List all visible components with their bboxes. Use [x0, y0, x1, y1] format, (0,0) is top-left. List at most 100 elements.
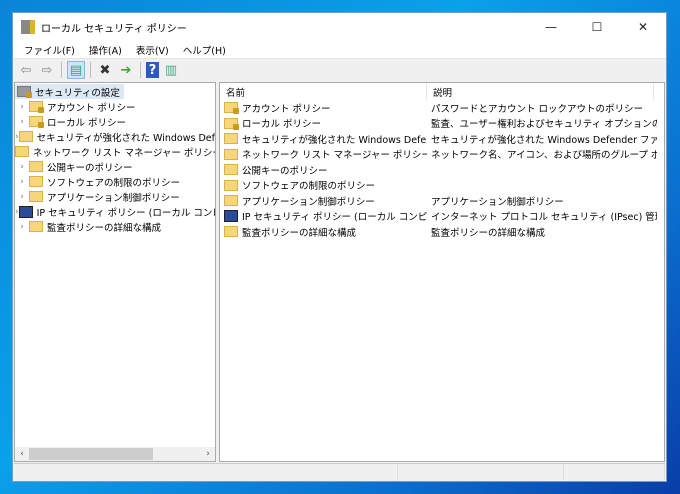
list-row[interactable]: 公開キーのポリシー: [220, 162, 664, 178]
maximize-button[interactable]: ☐: [574, 13, 620, 41]
export-list-icon[interactable]: ➔: [117, 61, 135, 79]
security-policy-icon: [21, 20, 35, 34]
tree-root-label: セキュリティの設定: [35, 87, 120, 99]
expand-chevron-icon[interactable]: ›: [15, 162, 29, 172]
status-pane: [398, 464, 564, 480]
locked-folder-icon: [29, 116, 44, 128]
tree-item[interactable]: ネットワーク リスト マネージャー ポリシー: [15, 144, 215, 159]
folder-icon: [18, 131, 33, 142]
column-description[interactable]: 説明: [427, 83, 654, 100]
tree-item[interactable]: › 公開キーのポリシー: [15, 159, 215, 174]
toolbar: ⇦ ⇨ ▤ ✖ ➔ ? ▥: [13, 59, 666, 81]
status-pane: [564, 464, 665, 480]
locked-folder-icon: [29, 101, 44, 113]
row-description: セキュリティが強化された Windows Defender ファイ...: [431, 134, 657, 146]
row-name: ソフトウェアの制限のポリシー: [242, 181, 376, 193]
list-row[interactable]: アプリケーション制御ポリシー アプリケーション制御ポリシー: [220, 193, 664, 209]
status-bar: [14, 463, 665, 480]
app-window: ローカル セキュリティ ポリシー — ☐ ✕ ファイル(F) 操作(A) 表示(…: [12, 12, 667, 482]
expand-chevron-icon[interactable]: ›: [15, 102, 29, 112]
folder-icon: [29, 191, 43, 202]
ip-security-icon: [224, 210, 238, 223]
folder-icon: [224, 226, 238, 238]
forward-icon[interactable]: ⇨: [38, 61, 56, 79]
folder-icon: [224, 179, 238, 191]
row-name: IP セキュリティ ポリシー (ローカル コンピューター): [242, 212, 427, 224]
view-icon[interactable]: ▥: [162, 61, 180, 79]
row-name: 監査ポリシーの詳細な構成: [242, 227, 357, 239]
back-icon[interactable]: ⇦: [17, 61, 35, 79]
help-icon[interactable]: ?: [146, 62, 159, 78]
folder-icon: [224, 164, 238, 176]
toolbar-separator: [61, 62, 62, 78]
locked-folder-icon: [224, 117, 239, 130]
tree-item-label: ネットワーク リスト マネージャー ポリシー: [33, 147, 215, 159]
list-header: 名前 説明: [220, 83, 664, 100]
expand-chevron-icon[interactable]: ›: [15, 192, 29, 202]
menu-view[interactable]: 表示(V): [129, 43, 176, 57]
row-description: ネットワーク名、アイコン、および場所のグループ ポリシ...: [431, 150, 657, 162]
delete-icon[interactable]: ✖: [96, 61, 114, 79]
row-name: セキュリティが強化された Windows Defender...: [242, 134, 427, 146]
show-tree-icon[interactable]: ▤: [67, 61, 85, 79]
toolbar-separator: [140, 62, 141, 78]
tree-item[interactable]: › アカウント ポリシー: [15, 99, 215, 114]
row-description: パスワードとアカウント ロックアウトのポリシー: [431, 103, 644, 115]
tree-pane: セキュリティの設定 › アカウント ポリシー › ローカル ポリシー › セキュリティが強…: [14, 82, 216, 462]
list-row[interactable]: セキュリティが強化された Windows Defender... セキュリティが強…: [220, 131, 664, 147]
column-name[interactable]: 名前: [220, 83, 427, 100]
tree-item-label: セキュリティが強化された Windows Defender ファイアウォール: [36, 132, 215, 144]
menu-action[interactable]: 操作(A): [82, 43, 129, 57]
tree-root[interactable]: セキュリティの設定: [15, 84, 215, 99]
list-row[interactable]: 監査ポリシーの詳細な構成 監査ポリシーの詳細な構成: [220, 224, 664, 240]
tree-item[interactable]: ›IP セキュリティ ポリシー (ローカル コンピューター): [15, 204, 215, 219]
row-description: アプリケーション制御ポリシー: [431, 196, 564, 208]
tree-item-label: アプリケーション制御ポリシー: [47, 192, 180, 204]
tree-horizontal-scrollbar[interactable]: ‹ ›: [15, 447, 215, 461]
list-pane: 名前 説明 アカウント ポリシー パスワードとアカウント ロックアウトのポリシーロ…: [219, 82, 665, 462]
security-settings-icon: [17, 86, 32, 98]
row-description: インターネット プロトコル セキュリティ (IPsec) 管理。ほ...: [431, 212, 657, 224]
folder-icon: [224, 133, 238, 145]
row-description: 監査ポリシーの詳細な構成: [431, 227, 546, 239]
ip-security-icon: [18, 205, 33, 218]
tree-item-label: 公開キーのポリシー: [47, 162, 133, 174]
tree-item[interactable]: › ローカル ポリシー: [15, 114, 215, 129]
tree-item[interactable]: › 監査ポリシーの詳細な構成: [15, 219, 215, 234]
scroll-left-icon[interactable]: ‹: [15, 449, 29, 459]
scroll-right-icon[interactable]: ›: [201, 449, 215, 459]
row-description: 監査、ユーザー権利およびセキュリティ オプションのポリ...: [431, 119, 657, 131]
minimize-button[interactable]: —: [528, 13, 574, 41]
menu-file[interactable]: ファイル(F): [17, 43, 82, 57]
menu-bar: ファイル(F) 操作(A) 表示(V) ヘルプ(H): [13, 41, 666, 59]
folder-icon: [224, 148, 238, 160]
expand-chevron-icon[interactable]: ›: [15, 222, 29, 232]
tree-item-label: ローカル ポリシー: [47, 117, 127, 129]
tree-item-label: アカウント ポリシー: [47, 102, 136, 114]
tree-item-label: IP セキュリティ ポリシー (ローカル コンピューター): [36, 207, 215, 219]
status-pane: [14, 464, 398, 480]
close-button[interactable]: ✕: [620, 13, 666, 41]
locked-folder-icon: [224, 102, 239, 115]
tree-item[interactable]: ›セキュリティが強化された Windows Defender ファイアウォール: [15, 129, 215, 144]
row-name: アカウント ポリシー: [242, 103, 331, 115]
tree-item[interactable]: › アプリケーション制御ポリシー: [15, 189, 215, 204]
list-row[interactable]: ローカル ポリシー 監査、ユーザー権利およびセキュリティ オプションのポリ...: [220, 116, 664, 132]
row-name: 公開キーのポリシー: [242, 165, 328, 177]
folder-icon: [29, 161, 43, 172]
expand-chevron-icon[interactable]: ›: [15, 177, 29, 187]
folder-icon: [224, 195, 238, 207]
folder-icon: [15, 146, 29, 157]
row-name: アプリケーション制御ポリシー: [242, 196, 375, 208]
menu-help[interactable]: ヘルプ(H): [176, 43, 233, 57]
list-row[interactable]: アカウント ポリシー パスワードとアカウント ロックアウトのポリシー: [220, 100, 664, 116]
title-bar: ローカル セキュリティ ポリシー — ☐ ✕: [13, 13, 666, 41]
expand-chevron-icon[interactable]: ›: [15, 117, 29, 127]
scrollbar-thumb[interactable]: [29, 448, 153, 460]
tree-item[interactable]: › ソフトウェアの制限のポリシー: [15, 174, 215, 189]
list-row[interactable]: IP セキュリティ ポリシー (ローカル コンピューター) インターネット プロト…: [220, 209, 664, 225]
list-row[interactable]: ソフトウェアの制限のポリシー: [220, 178, 664, 194]
row-name: ネットワーク リスト マネージャー ポリシー: [242, 150, 427, 162]
toolbar-separator: [90, 62, 91, 78]
list-row[interactable]: ネットワーク リスト マネージャー ポリシー ネットワーク名、アイコン、および場所…: [220, 147, 664, 163]
